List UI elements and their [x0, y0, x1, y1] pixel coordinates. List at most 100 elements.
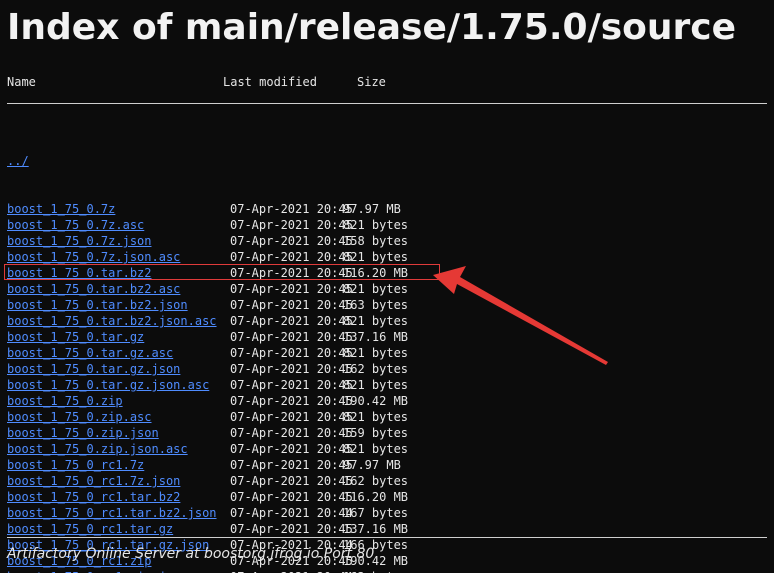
top-divider: [7, 103, 767, 104]
file-date: 07-Apr-2021 20:45: [230, 474, 353, 488]
parent-directory-link[interactable]: ../: [7, 153, 29, 169]
file-link[interactable]: boost_1_75_0_rc1.zip.json: [7, 569, 188, 573]
file-link[interactable]: boost_1_75_0.7z.json: [7, 233, 152, 249]
file-row: boost_1_75_0.tar.bz2.json 07-Apr-2021 20:…: [7, 297, 767, 313]
column-header-last-modified[interactable]: Last modified: [223, 74, 317, 90]
file-date: 07-Apr-2021 20:45: [230, 330, 353, 344]
file-date: 07-Apr-2021 20:45: [230, 426, 353, 440]
file-row: boost_1_75_0.tar.bz2 07-Apr-2021 20:45 116…: [7, 265, 767, 281]
file-size: 821 bytes: [343, 346, 409, 360]
file-row: boost_1_75_0.zip.json 07-Apr-2021 20:45 15…: [7, 425, 767, 441]
file-row: boost_1_75_0.7z 07-Apr-2021 20:45 97.97 MB: [7, 201, 767, 217]
file-row: boost_1_75_0.7z.asc 07-Apr-2021 20:45 821 …: [7, 217, 767, 233]
file-date: 07-Apr-2021 20:45: [230, 218, 353, 232]
file-link[interactable]: boost_1_75_0.7z: [7, 201, 115, 217]
server-footer: Artifactory Online Server at boostorg.jf…: [7, 546, 375, 562]
page-title: Index of main/release/1.75.0/source: [7, 7, 737, 48]
file-link[interactable]: boost_1_75_0.zip.json.asc: [7, 441, 188, 457]
file-size: 162 bytes: [343, 362, 409, 376]
file-size: 190.42 MB: [343, 394, 409, 408]
file-size: 163 bytes: [343, 569, 408, 573]
file-row: boost_1_75_0.zip 07-Apr-2021 20:45 190.42 …: [7, 393, 767, 409]
file-row: boost_1_75_0.tar.gz.json 07-Apr-2021 20:4…: [7, 361, 767, 377]
file-link[interactable]: boost_1_75_0.zip.asc: [7, 409, 152, 425]
file-size: 821 bytes: [343, 442, 409, 456]
column-header-size[interactable]: Size: [357, 74, 386, 90]
file-row: boost_1_75_0_rc1.tar.bz2 07-Apr-2021 20:4…: [7, 489, 767, 505]
file-row: boost_1_75_0.tar.gz.asc 07-Apr-2021 20:45…: [7, 345, 767, 361]
file-link[interactable]: boost_1_75_0.tar.gz.asc: [7, 345, 173, 361]
file-link[interactable]: boost_1_75_0_rc1.tar.gz: [7, 521, 173, 537]
file-link[interactable]: boost_1_75_0.tar.gz: [7, 329, 144, 345]
file-link[interactable]: boost_1_75_0.tar.gz.json: [7, 361, 180, 377]
file-size: 162 bytes: [343, 474, 409, 488]
file-date: 07-Apr-2021 20:45: [230, 314, 353, 328]
file-rows: boost_1_75_0.7z 07-Apr-2021 20:45 97.97 MB…: [7, 201, 767, 573]
file-row: boost_1_75_0.tar.bz2.json.asc 07-Apr-2021…: [7, 313, 767, 329]
file-link[interactable]: boost_1_75_0.tar.bz2.json: [7, 297, 188, 313]
file-date: 07-Apr-2021 20:45: [230, 362, 353, 376]
file-date: 07-Apr-2021 20:45: [230, 394, 353, 408]
file-date: 07-Apr-2021 20:45: [230, 298, 353, 312]
file-size: 821 bytes: [343, 282, 409, 296]
file-size: 821 bytes: [343, 250, 409, 264]
column-header-name[interactable]: Name: [7, 74, 36, 90]
bottom-divider: [7, 537, 767, 538]
file-date: 07-Apr-2021 20:45: [230, 250, 353, 264]
file-date: 07-Apr-2021 20:45: [230, 458, 353, 472]
file-link[interactable]: boost_1_75_0_rc1.tar.bz2.json: [7, 505, 217, 521]
file-link[interactable]: boost_1_75_0.tar.bz2.json.asc: [7, 313, 217, 329]
file-date: 07-Apr-2021 20:45: [230, 410, 353, 424]
file-link[interactable]: boost_1_75_0.7z.asc: [7, 217, 144, 233]
file-link[interactable]: boost_1_75_0.tar.bz2: [7, 265, 152, 281]
file-row: boost_1_75_0.zip.json.asc 07-Apr-2021 20:…: [7, 441, 767, 457]
file-date: 07-Apr-2021 20:44: [230, 569, 353, 573]
file-size: 821 bytes: [343, 378, 409, 392]
file-date: 07-Apr-2021 20:45: [230, 234, 353, 248]
file-row: boost_1_75_0_rc1.zip.json 07-Apr-2021 20:…: [7, 569, 767, 573]
file-size: 158 bytes: [343, 234, 409, 248]
file-link[interactable]: boost_1_75_0.tar.bz2.asc: [7, 281, 180, 297]
file-size: 137.16 MB: [343, 522, 409, 536]
file-row: boost_1_75_0.tar.gz 07-Apr-2021 20:45 137.…: [7, 329, 767, 345]
file-size: 821 bytes: [343, 410, 409, 424]
file-size: 116.20 MB: [343, 266, 409, 280]
file-date: 07-Apr-2021 20:45: [230, 282, 353, 296]
file-size: 821 bytes: [343, 218, 409, 232]
file-date: 07-Apr-2021 20:45: [230, 490, 353, 504]
file-size: 97.97 MB: [343, 458, 401, 472]
column-headers: Name Last modified Size: [7, 74, 767, 90]
file-size: 97.97 MB: [343, 202, 401, 216]
file-link[interactable]: boost_1_75_0_rc1.7z: [7, 457, 144, 473]
file-date: 07-Apr-2021 20:45: [230, 346, 353, 360]
parent-directory-row: ../: [7, 153, 767, 169]
file-date: 07-Apr-2021 20:45: [230, 202, 353, 216]
file-row: boost_1_75_0_rc1.tar.gz 07-Apr-2021 20:45…: [7, 521, 767, 537]
file-row: boost_1_75_0_rc1.tar.bz2.json 07-Apr-2021…: [7, 505, 767, 521]
file-date: 07-Apr-2021 20:45: [230, 266, 353, 280]
file-date: 07-Apr-2021 20:45: [230, 378, 353, 392]
file-row: boost_1_75_0.tar.gz.json.asc 07-Apr-2021 …: [7, 377, 767, 393]
file-size: 167 bytes: [343, 506, 409, 520]
file-size: 159 bytes: [343, 426, 409, 440]
file-date: 07-Apr-2021 20:45: [230, 522, 353, 536]
file-date: 07-Apr-2021 20:44: [230, 506, 353, 520]
file-size: 163 bytes: [343, 298, 409, 312]
file-date: 07-Apr-2021 20:45: [230, 442, 353, 456]
file-size: 137.16 MB: [343, 330, 409, 344]
file-size: 116.20 MB: [343, 490, 409, 504]
file-row: boost_1_75_0.7z.json 07-Apr-2021 20:45 158…: [7, 233, 767, 249]
file-row: boost_1_75_0_rc1.7z 07-Apr-2021 20:45 97.9…: [7, 457, 767, 473]
file-row: boost_1_75_0.zip.asc 07-Apr-2021 20:45 821…: [7, 409, 767, 425]
file-link[interactable]: boost_1_75_0.zip.json: [7, 425, 159, 441]
file-listing: ../ boost_1_75_0.7z 07-Apr-2021 20:45 97.9…: [7, 121, 767, 573]
file-size: 821 bytes: [343, 314, 409, 328]
file-link[interactable]: boost_1_75_0.zip: [7, 393, 123, 409]
file-link[interactable]: boost_1_75_0_rc1.7z.json: [7, 473, 180, 489]
file-link[interactable]: boost_1_75_0.tar.gz.json.asc: [7, 377, 209, 393]
file-row: boost_1_75_0.7z.json.asc 07-Apr-2021 20:4…: [7, 249, 767, 265]
file-row: boost_1_75_0_rc1.7z.json 07-Apr-2021 20:4…: [7, 473, 767, 489]
file-link[interactable]: boost_1_75_0_rc1.tar.bz2: [7, 489, 180, 505]
file-link[interactable]: boost_1_75_0.7z.json.asc: [7, 249, 180, 265]
file-row: boost_1_75_0.tar.bz2.asc 07-Apr-2021 20:4…: [7, 281, 767, 297]
